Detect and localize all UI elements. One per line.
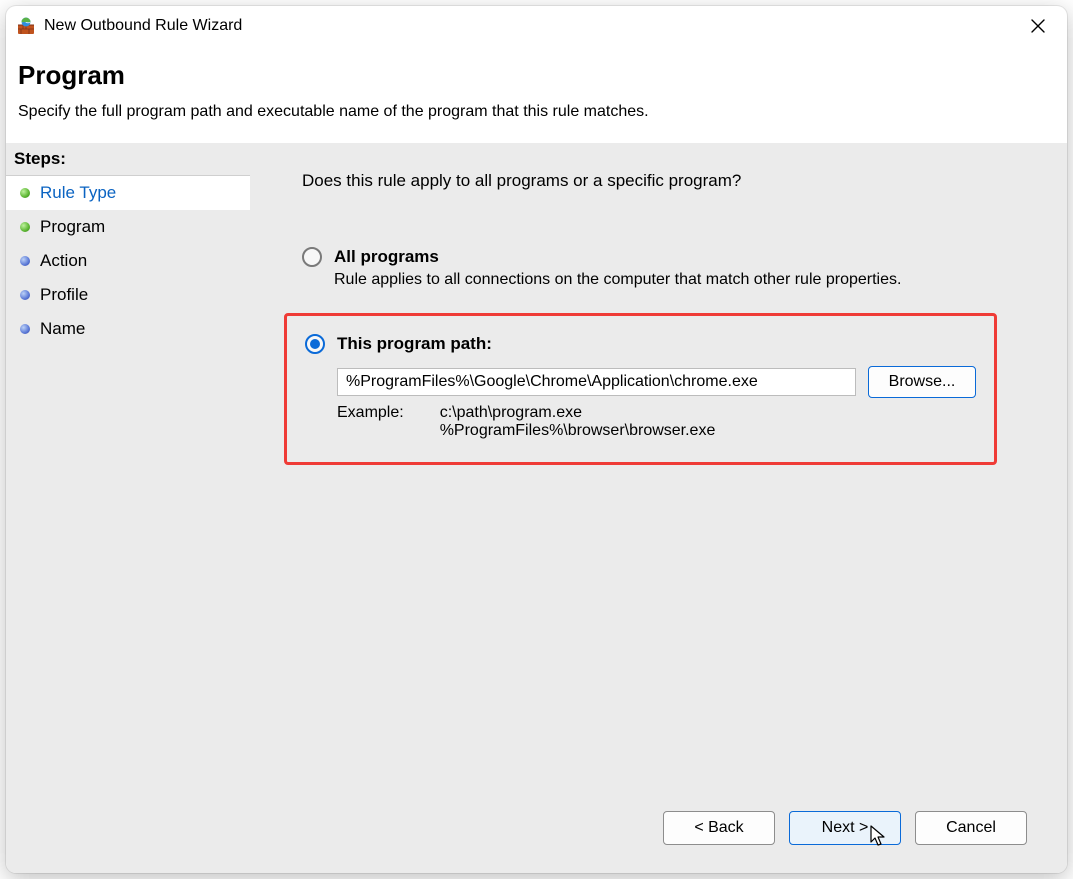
highlighted-selection: This program path: Browse... Example: c:… [284, 313, 997, 465]
step-label: Rule Type [40, 183, 116, 203]
option-description: Rule applies to all connections on the c… [334, 271, 1037, 289]
option-label[interactable]: This program path: [337, 334, 492, 354]
step-bullet-icon [20, 290, 30, 300]
step-label: Action [40, 251, 87, 271]
step-label: Program [40, 217, 105, 237]
page-title: Program [18, 60, 1055, 91]
option-label[interactable]: All programs [334, 247, 439, 267]
next-button[interactable]: Next > [789, 811, 901, 845]
steps-sidebar: Steps: Rule Type Program Action Profile [6, 143, 250, 873]
step-bullet-icon [20, 324, 30, 334]
steps-heading: Steps: [6, 143, 250, 176]
page-description: Specify the full program path and execut… [18, 103, 1055, 121]
program-path-input[interactable] [337, 368, 856, 396]
back-button[interactable]: < Back [663, 811, 775, 845]
option-all-programs: All programs Rule applies to all connect… [302, 247, 1037, 289]
example-block: Example: c:\path\program.exe %ProgramFil… [337, 404, 976, 440]
cancel-button[interactable]: Cancel [915, 811, 1027, 845]
wizard-footer: < Back Next > Cancel [302, 799, 1037, 861]
window-close-button[interactable] [1015, 10, 1061, 42]
example-path-2: %ProgramFiles%\browser\browser.exe [440, 422, 716, 440]
example-label: Example: [337, 404, 404, 440]
radio-this-program-path[interactable] [305, 334, 325, 354]
wizard-header: Program Specify the full program path an… [6, 46, 1067, 143]
browse-button[interactable]: Browse... [868, 366, 976, 398]
firewall-app-icon [16, 16, 36, 36]
step-label: Profile [40, 285, 88, 305]
question-text: Does this rule apply to all programs or … [302, 171, 1037, 191]
wizard-window: New Outbound Rule Wizard Program Specify… [6, 6, 1067, 873]
step-rule-type[interactable]: Rule Type [6, 176, 250, 210]
step-bullet-icon [20, 222, 30, 232]
example-path-1: c:\path\program.exe [440, 404, 716, 422]
step-action[interactable]: Action [6, 244, 250, 278]
step-bullet-icon [20, 256, 30, 266]
step-label: Name [40, 319, 85, 339]
close-icon [1031, 19, 1045, 33]
wizard-main-panel: Does this rule apply to all programs or … [250, 143, 1067, 873]
step-program[interactable]: Program [6, 210, 250, 244]
step-bullet-icon [20, 188, 30, 198]
titlebar: New Outbound Rule Wizard [6, 6, 1067, 46]
step-name[interactable]: Name [6, 312, 250, 346]
window-title: New Outbound Rule Wizard [44, 17, 242, 35]
steps-list: Rule Type Program Action Profile Name [6, 176, 250, 346]
step-profile[interactable]: Profile [6, 278, 250, 312]
radio-all-programs[interactable] [302, 247, 322, 267]
